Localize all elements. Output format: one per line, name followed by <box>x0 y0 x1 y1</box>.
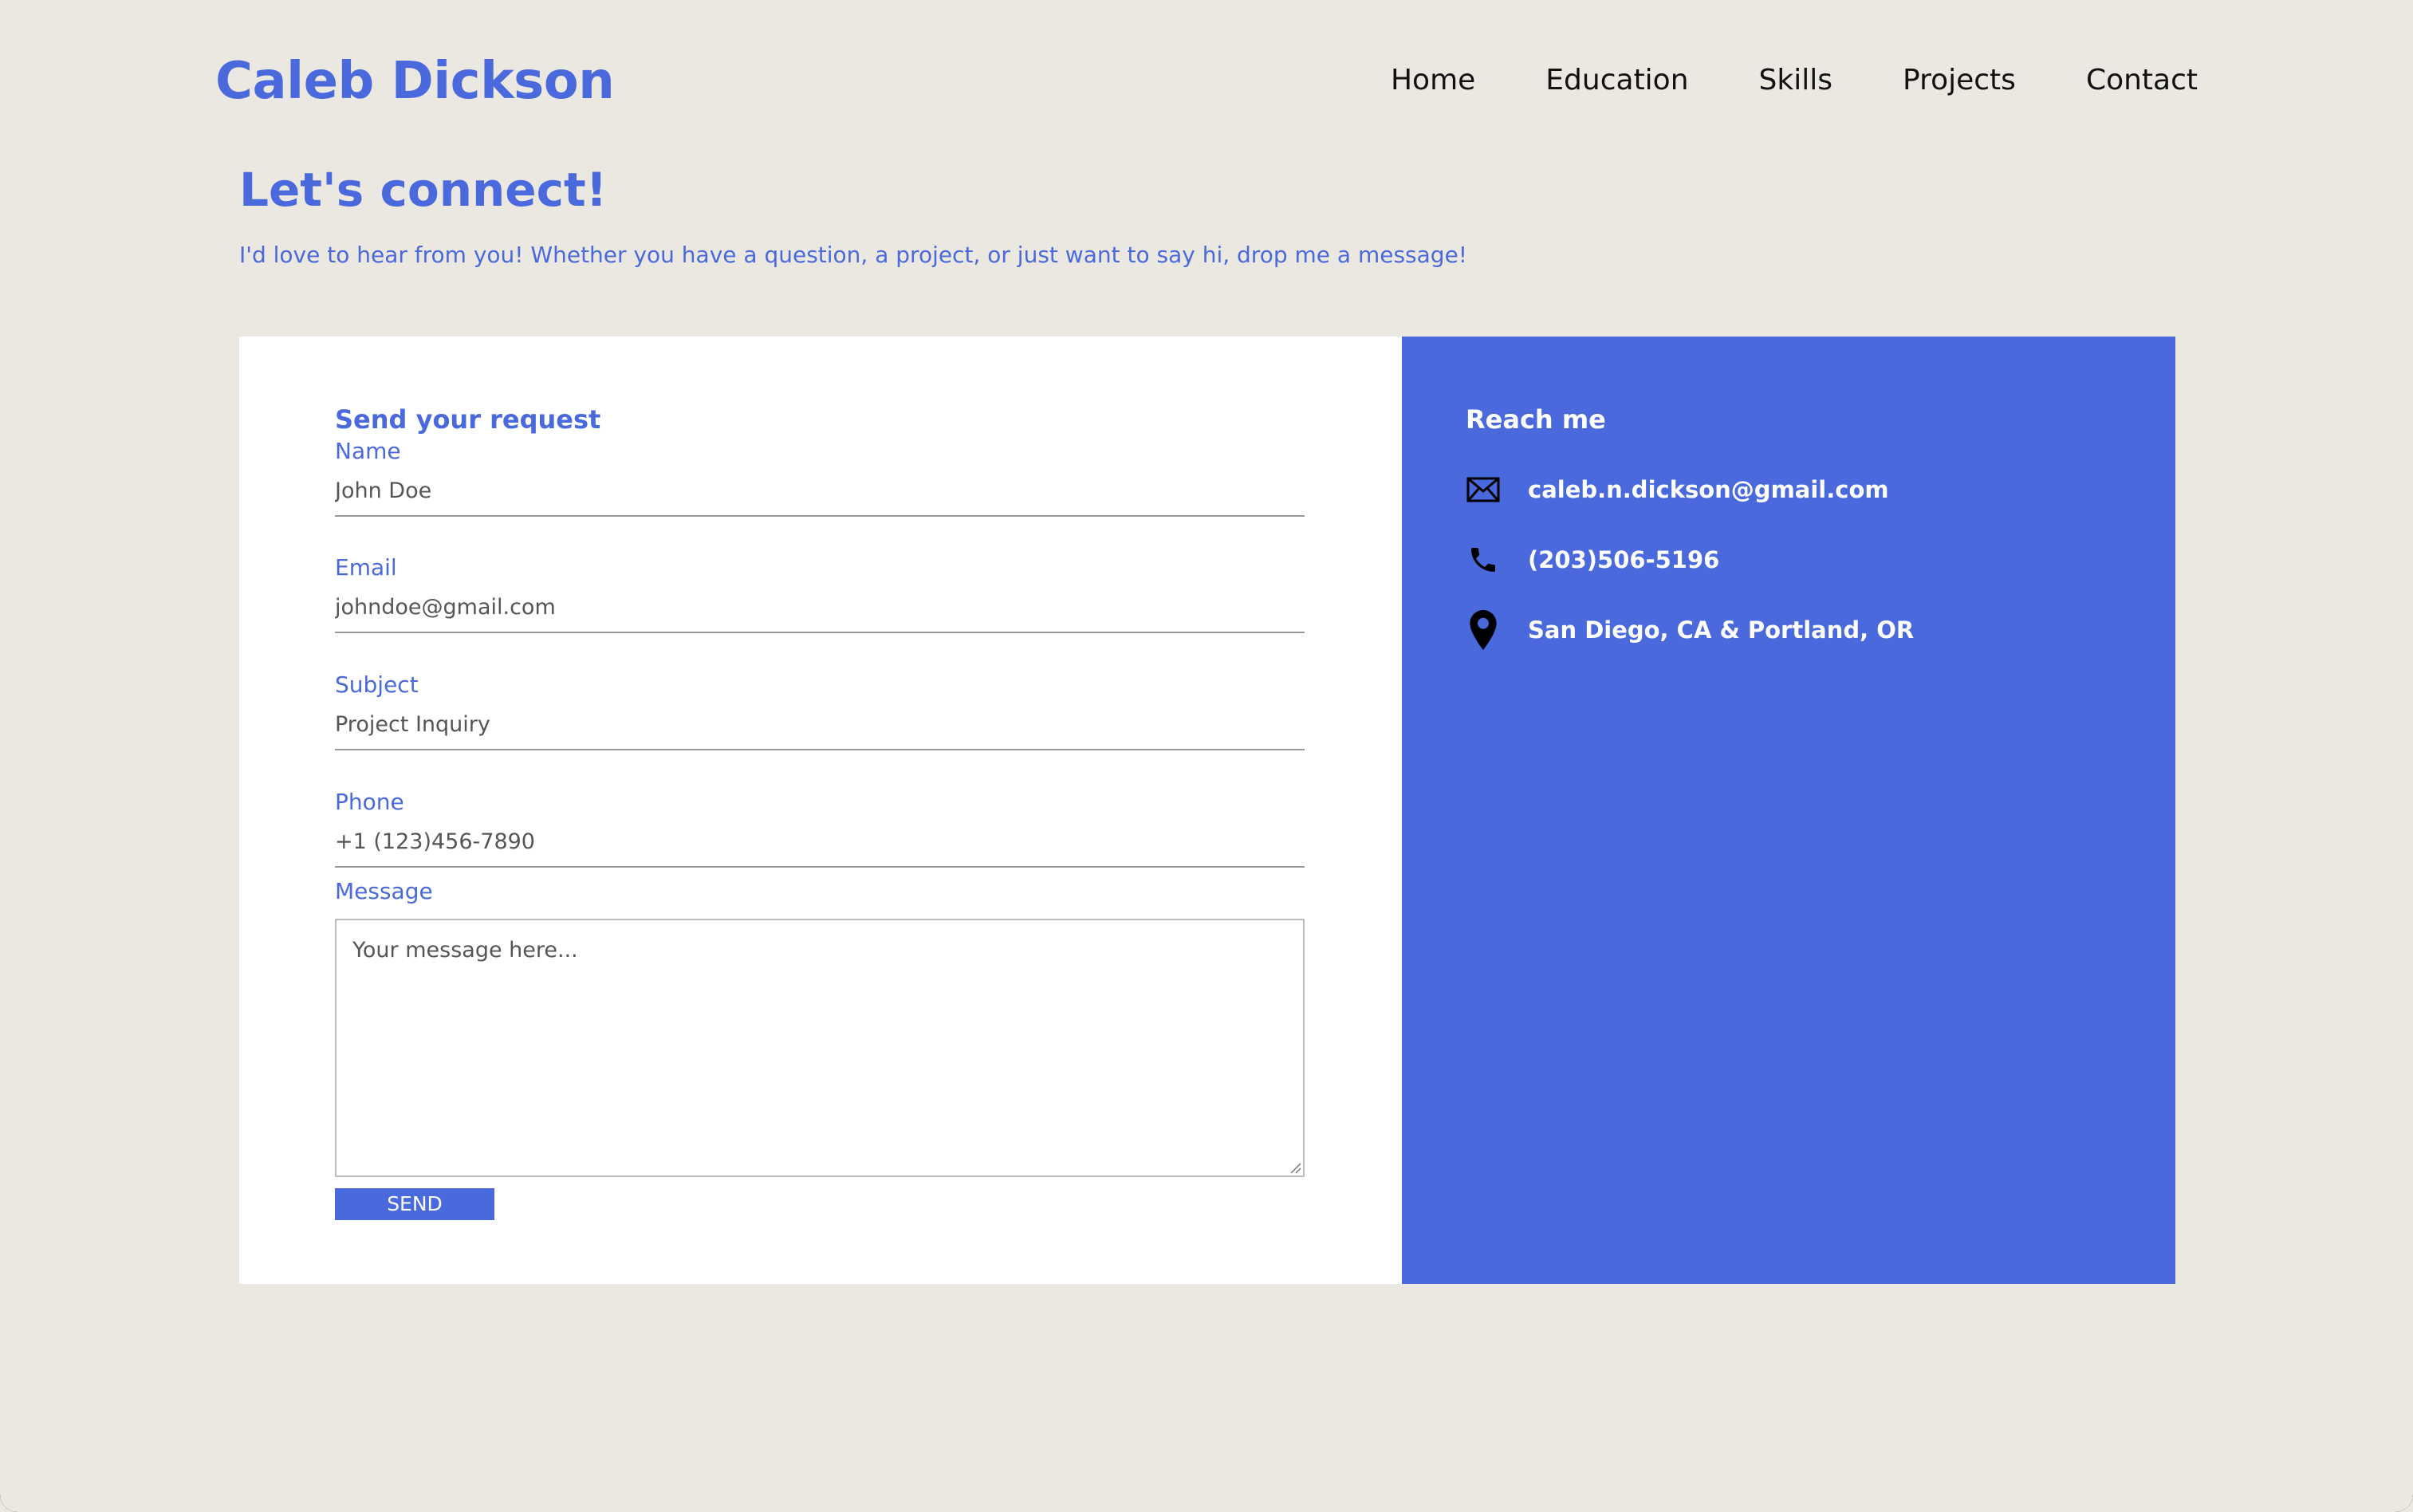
subject-input[interactable] <box>335 701 1305 750</box>
email-label: Email <box>335 554 397 581</box>
reach-me-panel: Reach me caleb.n.dickson@gmail.com (203)… <box>1402 337 2175 1284</box>
reach-location-text: San Diego, CA & Portland, OR <box>1528 616 1915 644</box>
reach-email-text[interactable]: caleb.n.dickson@gmail.com <box>1528 474 1889 506</box>
name-field-group: Name <box>335 435 1305 517</box>
email-input[interactable] <box>335 584 1305 633</box>
reach-title: Reach me <box>1466 404 1606 435</box>
nav-skills[interactable]: Skills <box>1759 61 1832 100</box>
envelope-icon <box>1466 467 1501 512</box>
contact-card: Send your request Name Email Subject Pho… <box>239 337 2175 1284</box>
reach-phone-text[interactable]: (203)506-5196 <box>1528 544 1719 576</box>
page-content: Caleb Dickson Home Education Skills Proj… <box>0 0 2413 1512</box>
email-field-group: Email <box>335 552 1305 633</box>
page-subtitle: I'd love to hear from you! Whether you h… <box>239 242 1468 268</box>
form-title: Send your request <box>335 404 601 435</box>
subject-label: Subject <box>335 671 419 698</box>
page: Caleb Dickson Home Education Skills Proj… <box>0 0 2413 1512</box>
message-label: Message <box>335 878 433 904</box>
phone-icon <box>1466 537 1501 582</box>
subject-field-group: Subject <box>335 669 1305 750</box>
message-textarea[interactable] <box>335 919 1305 1177</box>
reach-location-item: San Diego, CA & Portland, OR <box>1466 608 1914 652</box>
location-pin-icon <box>1466 608 1501 652</box>
nav-education[interactable]: Education <box>1545 61 1688 100</box>
reach-email-item: caleb.n.dickson@gmail.com <box>1466 467 1889 512</box>
nav-projects[interactable]: Projects <box>1903 61 2016 100</box>
nav-contact[interactable]: Contact <box>2086 61 2198 100</box>
phone-field-group: Phone <box>335 786 1305 868</box>
nav-home[interactable]: Home <box>1391 61 1475 100</box>
request-form-panel: Send your request Name Email Subject Pho… <box>239 337 1402 1284</box>
phone-input[interactable] <box>335 818 1305 868</box>
main-nav: Home Education Skills Projects Contact <box>1321 61 2198 100</box>
resize-handle-icon[interactable] <box>1289 1161 1301 1174</box>
reach-phone-item: (203)506-5196 <box>1466 537 1719 582</box>
name-label: Name <box>335 438 401 464</box>
name-input[interactable] <box>335 467 1305 517</box>
phone-label: Phone <box>335 789 404 815</box>
send-button[interactable]: SEND <box>335 1188 494 1220</box>
site-brand[interactable]: Caleb Dickson <box>215 49 615 113</box>
page-title: Let's connect! <box>239 163 608 217</box>
